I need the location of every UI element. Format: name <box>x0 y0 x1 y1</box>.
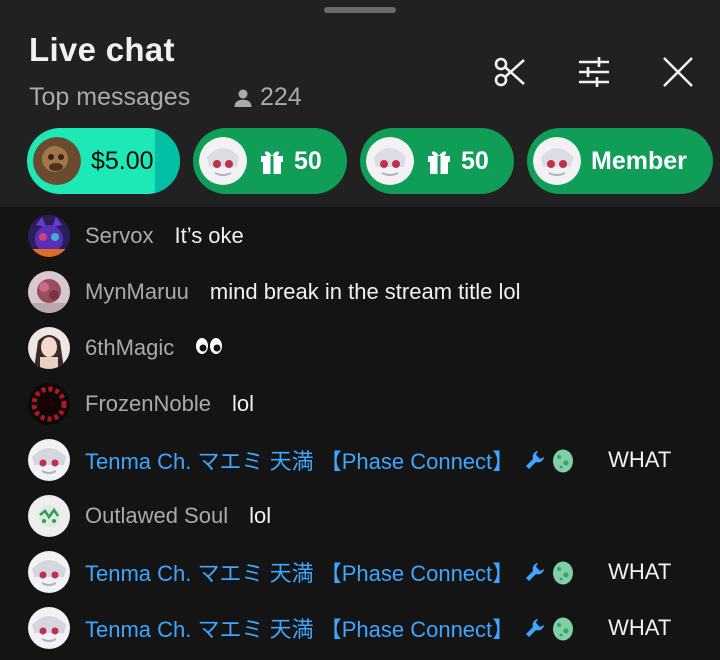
message-text: mind break in the stream title lol <box>209 279 521 304</box>
ticker-gift[interactable]: 50 <box>360 128 514 194</box>
avatar <box>28 327 70 369</box>
message-author[interactable]: MynMaruu <box>85 279 189 305</box>
wrench-icon <box>526 451 545 469</box>
eyes-emoji-icon <box>196 338 223 354</box>
viewer-count: 224 <box>232 83 302 112</box>
avatar <box>28 271 70 313</box>
chat-message[interactable]: MynMaruu mind break in the stream title … <box>0 267 720 317</box>
message-author[interactable]: FrozenNoble <box>85 391 211 417</box>
author-badges <box>524 559 580 585</box>
ticker-label: 50 <box>461 146 489 175</box>
close-icon <box>663 57 693 87</box>
wrench-icon <box>526 619 545 637</box>
egg-icon <box>553 617 574 641</box>
author-badges <box>524 447 580 473</box>
drag-handle[interactable] <box>324 7 396 13</box>
chat-mode-selector[interactable]: Top messages <box>29 83 190 112</box>
tune-icon <box>579 57 609 87</box>
message-author[interactable]: 6thMagic <box>85 335 174 361</box>
chat-message[interactable]: Tenma Ch. マエミ 天満 【Phase Connect】 WHAT <box>0 547 720 597</box>
avatar <box>199 137 247 185</box>
ticker-label: $5.00 <box>91 146 154 175</box>
avatar <box>28 607 70 649</box>
chat-header: Live chat Top messages 224 $5.00 50 50 M… <box>0 0 720 207</box>
message-text: WHAT <box>608 615 672 640</box>
egg-icon <box>553 561 574 585</box>
page-title: Live chat <box>29 31 175 68</box>
message-author[interactable]: Outlawed Soul <box>85 503 228 529</box>
chat-message[interactable]: FrozenNoble lol <box>0 379 720 429</box>
viewer-count-value: 224 <box>260 83 302 111</box>
ticker-member[interactable]: Member <box>527 128 713 194</box>
scissors-icon <box>494 57 525 87</box>
avatar <box>28 439 70 481</box>
chat-message[interactable]: Outlawed Soul lol <box>0 491 720 541</box>
ticker-superchat[interactable]: $5.00 <box>27 128 180 194</box>
person-icon <box>234 89 252 107</box>
message-author-owner[interactable]: Tenma Ch. マエミ 天満 【Phase Connect】 <box>85 612 514 644</box>
chat-message[interactable]: Servox It’s oke <box>0 211 720 261</box>
live-chat-panel: Live chat Top messages 224 $5.00 50 50 M… <box>0 0 720 660</box>
gift-icon <box>428 151 450 174</box>
chat-message[interactable]: Tenma Ch. マエミ 天満 【Phase Connect】 WHAT <box>0 603 720 653</box>
gift-icon <box>261 151 283 174</box>
avatar <box>533 137 581 185</box>
ticker-label: 50 <box>294 146 322 175</box>
chat-message[interactable]: Tenma Ch. マエミ 天満 【Phase Connect】 WHAT <box>0 435 720 485</box>
settings-button[interactable] <box>574 52 614 92</box>
egg-icon <box>553 449 574 473</box>
author-badges <box>524 615 580 641</box>
message-emoji <box>195 335 223 361</box>
avatar <box>28 551 70 593</box>
avatar <box>28 495 70 537</box>
message-author-owner[interactable]: Tenma Ch. マエミ 天満 【Phase Connect】 <box>85 444 514 476</box>
avatar <box>28 383 70 425</box>
avatar <box>28 215 70 257</box>
wrench-icon <box>526 563 545 581</box>
clip-button[interactable] <box>490 52 530 92</box>
ticker-label: Member <box>591 146 687 175</box>
ticker-bar: $5.00 50 50 Member <box>0 128 720 194</box>
ticker-progress <box>155 128 180 194</box>
close-button[interactable] <box>658 52 698 92</box>
message-text: WHAT <box>608 559 672 584</box>
chat-message[interactable]: 6thMagic <box>0 323 720 373</box>
message-author-owner[interactable]: Tenma Ch. マエミ 天満 【Phase Connect】 <box>85 556 514 588</box>
avatar <box>366 137 414 185</box>
message-text: It’s oke <box>174 223 244 248</box>
ticker-gift[interactable]: 50 <box>193 128 347 194</box>
message-author[interactable]: Servox <box>85 223 153 249</box>
message-text: WHAT <box>608 447 672 472</box>
message-text: lol <box>249 503 272 528</box>
avatar <box>33 137 81 185</box>
message-text: lol <box>231 391 254 416</box>
